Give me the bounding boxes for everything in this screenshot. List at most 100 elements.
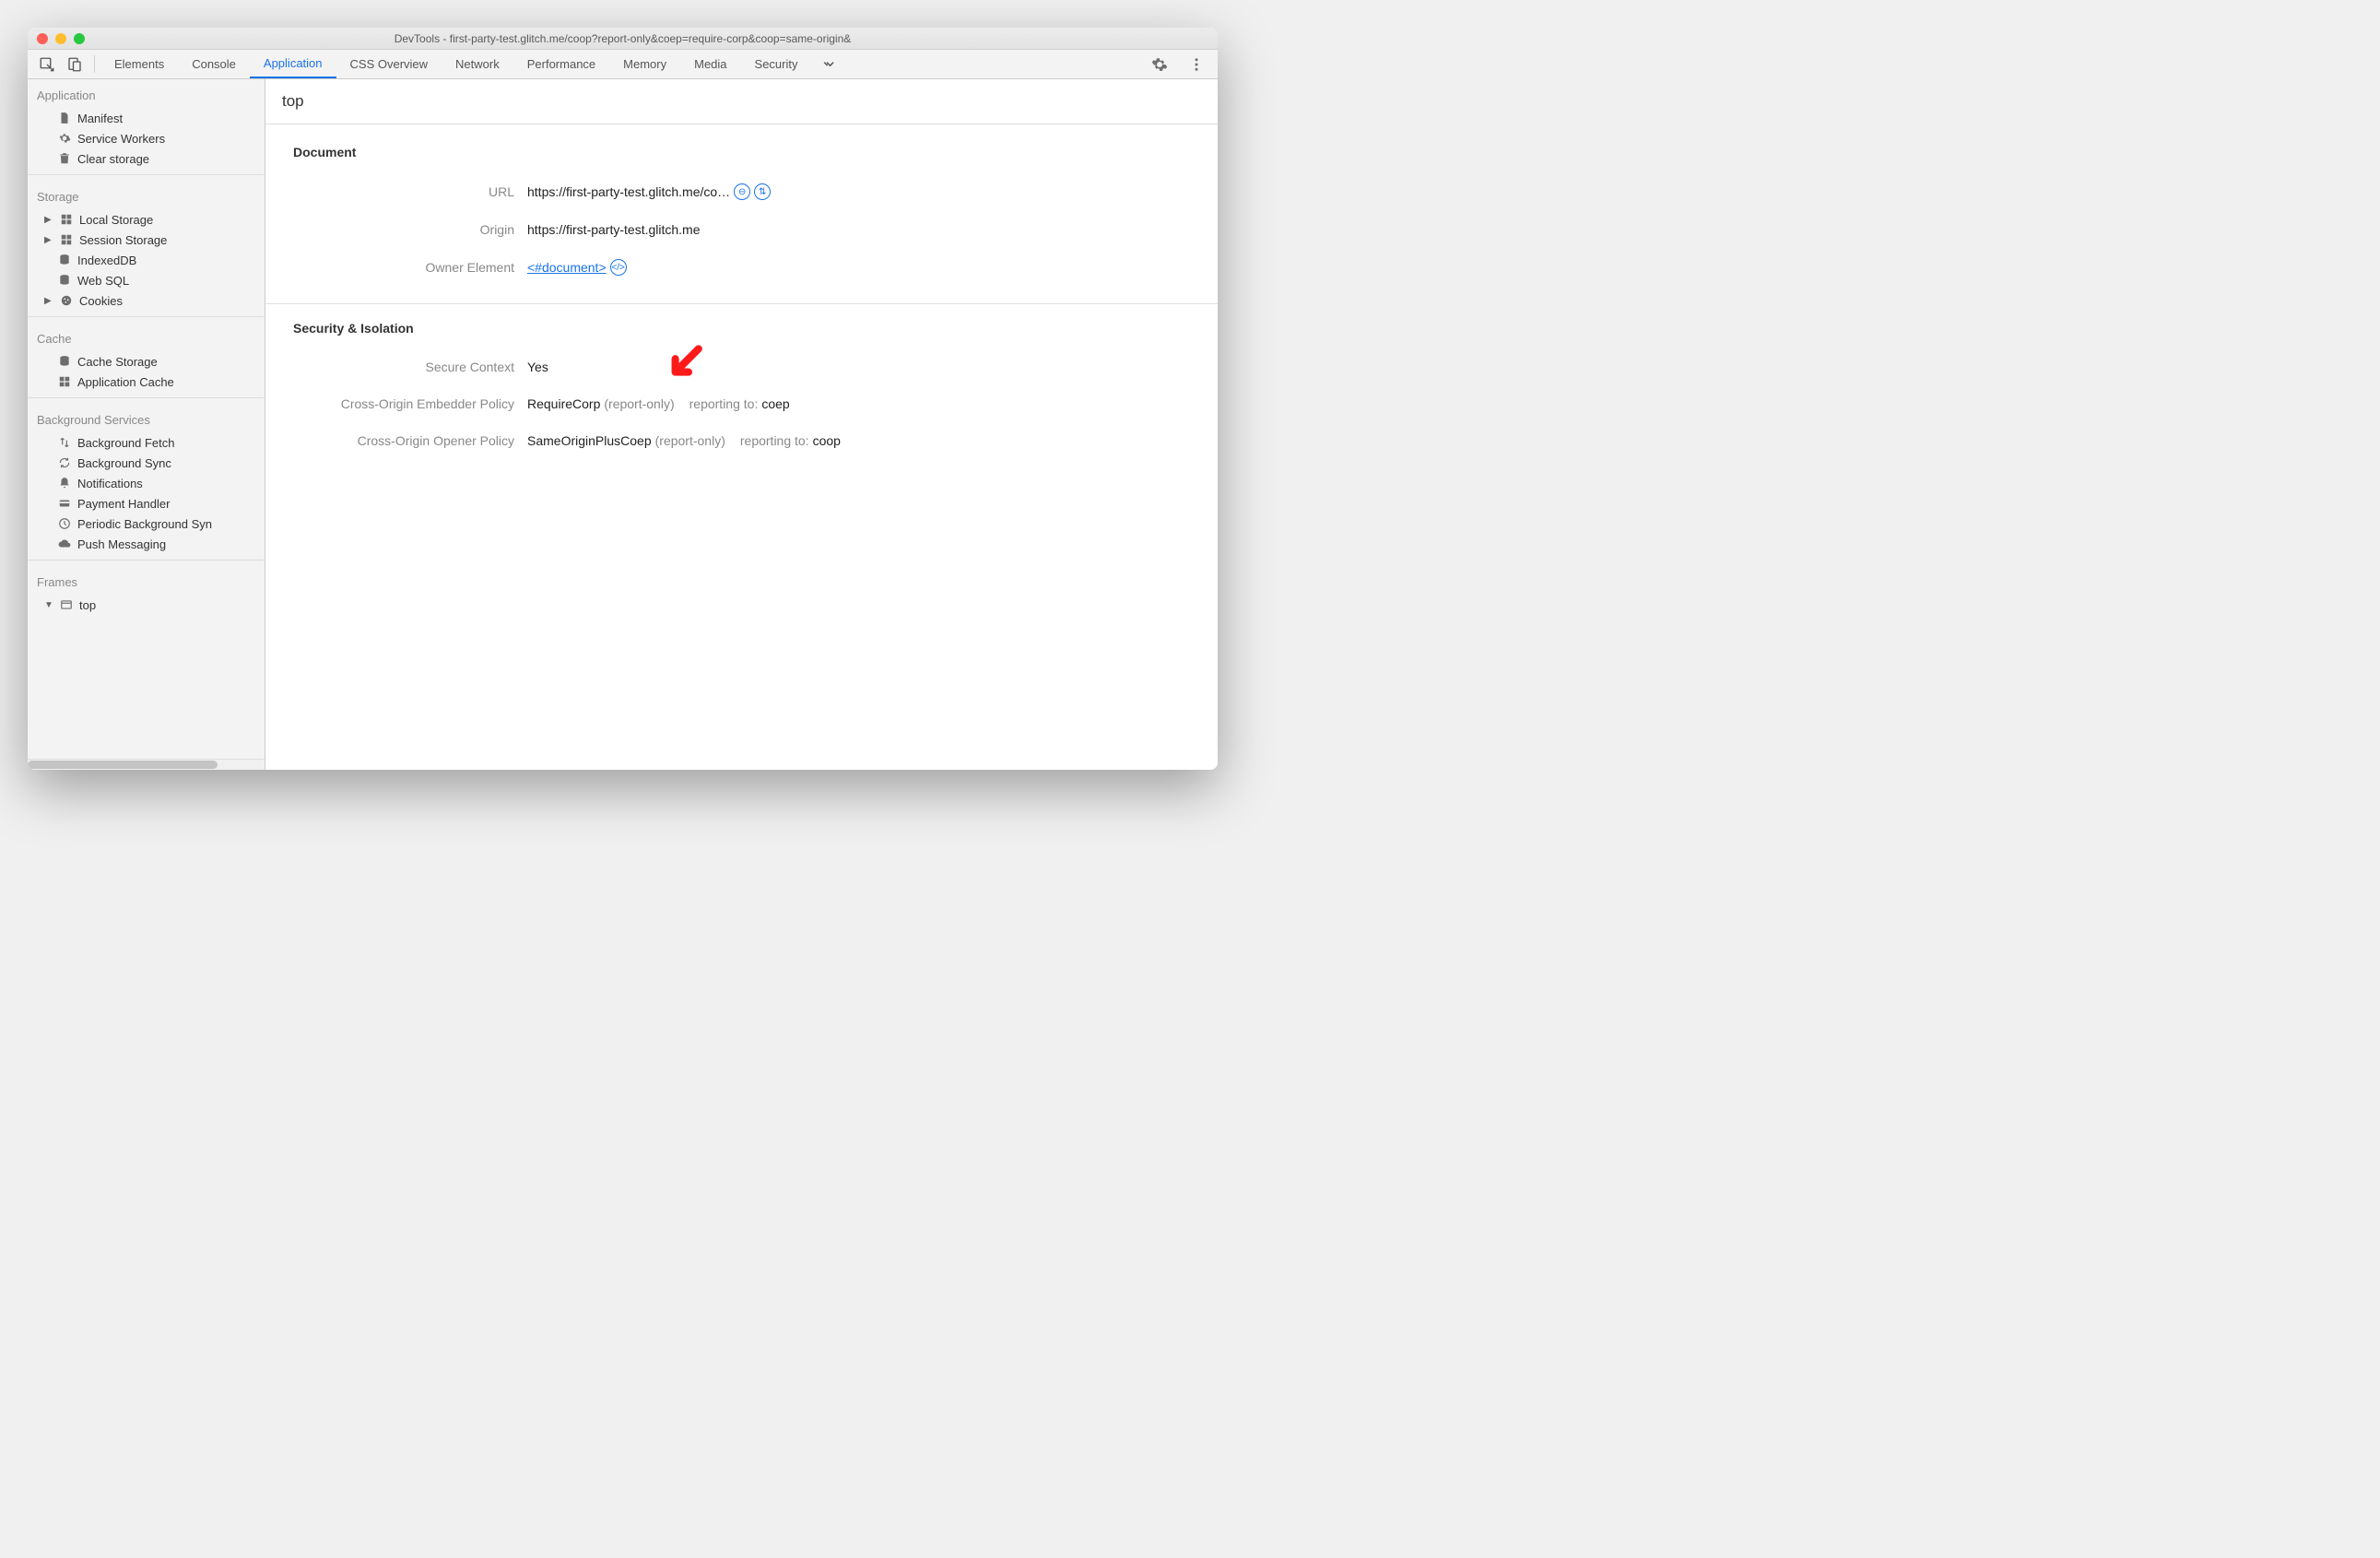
sidebar-item-label: IndexedDB <box>77 254 136 267</box>
annotation-arrow-icon <box>664 344 705 385</box>
label-owner: Owner Element <box>293 260 514 275</box>
tab-elements[interactable]: Elements <box>100 50 178 78</box>
minimize-window-button[interactable] <box>55 33 66 44</box>
window-icon <box>59 597 74 612</box>
tabs-bar: Elements Console Application CSS Overvie… <box>28 50 1218 79</box>
value-coep: RequireCorp <box>527 396 600 411</box>
db-icon <box>57 253 72 267</box>
owner-link[interactable]: <#document> <box>527 260 607 275</box>
db-icon <box>57 273 72 288</box>
tab-console[interactable]: Console <box>178 50 250 78</box>
updown-icon <box>57 435 72 450</box>
sidebar-item-indexeddb[interactable]: IndexedDB <box>28 250 265 270</box>
sidebar-item-session-storage[interactable]: ▶ Session Storage <box>28 230 265 250</box>
chevron-right-icon: ▶ <box>44 215 53 225</box>
tab-network[interactable]: Network <box>442 50 513 78</box>
sidebar-item-top-frame[interactable]: ▼ top <box>28 595 265 615</box>
sidebar-item-periodic-sync[interactable]: Periodic Background Syn <box>28 513 265 534</box>
clock-icon <box>57 516 72 531</box>
toolbar-right <box>1146 50 1218 78</box>
value-coop: SameOriginPlusCoep <box>527 433 652 448</box>
section-title-cache: Cache <box>28 323 265 351</box>
maximize-window-button[interactable] <box>74 33 85 44</box>
divider <box>28 174 265 175</box>
chevron-down-icon: ▼ <box>44 600 53 610</box>
sidebar-item-local-storage[interactable]: ▶ Local Storage <box>28 209 265 230</box>
db-icon <box>57 354 72 369</box>
chevron-right-icon: ▶ <box>44 235 53 245</box>
coop-note: (report-only) <box>655 433 725 448</box>
device-toggle-icon[interactable] <box>61 50 88 78</box>
section-title-application: Application <box>28 79 265 108</box>
sidebar-item-label: Local Storage <box>79 213 153 227</box>
label-url: URL <box>293 184 514 199</box>
sidebar-item-websql[interactable]: Web SQL <box>28 270 265 290</box>
sidebar-item-label: Clear storage <box>77 152 149 166</box>
sidebar-item-cache-storage[interactable]: Cache Storage <box>28 351 265 372</box>
bell-icon <box>57 476 72 490</box>
more-tabs-icon[interactable] <box>812 50 847 78</box>
sidebar-item-label: Web SQL <box>77 274 129 288</box>
sidebar-item-push-messaging[interactable]: Push Messaging <box>28 534 265 554</box>
card-icon <box>57 496 72 511</box>
sidebar-item-background-sync[interactable]: Background Sync <box>28 453 265 473</box>
sidebar-item-label: Notifications <box>77 477 143 490</box>
section-title-storage: Storage <box>28 181 265 209</box>
tab-security[interactable]: Security <box>741 50 812 78</box>
sidebar-item-payment-handler[interactable]: Payment Handler <box>28 493 265 513</box>
file-icon <box>57 111 72 125</box>
label-origin: Origin <box>293 222 514 237</box>
section-document-title: Document <box>293 145 1190 159</box>
cookie-icon <box>59 293 74 308</box>
sidebar-item-cookies[interactable]: ▶ Cookies <box>28 290 265 311</box>
value-secure: Yes <box>527 360 548 374</box>
sidebar-item-label: Payment Handler <box>77 497 170 511</box>
tab-memory[interactable]: Memory <box>609 50 680 78</box>
sidebar-item-label: Push Messaging <box>77 537 166 551</box>
coep-note: (report-only) <box>604 396 674 411</box>
tab-css-overview[interactable]: CSS Overview <box>336 50 442 78</box>
sidebar-item-service-workers[interactable]: Service Workers <box>28 128 265 148</box>
code-icon[interactable]: </> <box>610 259 627 276</box>
grid-icon <box>57 374 72 389</box>
sidebar-horizontal-scrollbar[interactable] <box>28 759 265 770</box>
trash-icon <box>57 151 72 166</box>
sidebar-item-clear-storage[interactable]: Clear storage <box>28 148 265 169</box>
sidebar-item-background-fetch[interactable]: Background Fetch <box>28 432 265 453</box>
section-security-title: Security & Isolation <box>293 321 1190 336</box>
panel-tabs: Elements Console Application CSS Overvie… <box>100 50 1146 78</box>
sidebar-item-notifications[interactable]: Notifications <box>28 473 265 493</box>
divider <box>28 397 265 398</box>
row-owner-element: Owner Element <#document> </> <box>293 248 1190 287</box>
sidebar-item-manifest[interactable]: Manifest <box>28 108 265 128</box>
sidebar-item-label: top <box>79 598 96 612</box>
coop-reporting-label: reporting to: <box>740 433 809 448</box>
tab-application[interactable]: Application <box>250 50 336 78</box>
coop-reporting-value: coop <box>813 433 841 448</box>
scrollbar-thumb[interactable] <box>28 761 218 769</box>
settings-icon[interactable] <box>1146 56 1173 73</box>
main-area: Application Manifest Service Workers Cle… <box>28 79 1218 770</box>
reveal-icon[interactable]: ⇅ <box>754 183 771 200</box>
chevron-right-icon: ▶ <box>44 296 53 306</box>
traffic-lights <box>37 33 85 44</box>
copy-icon[interactable]: ⊖ <box>734 183 750 200</box>
more-options-icon[interactable] <box>1183 56 1210 73</box>
coep-reporting-label: reporting to: <box>689 396 759 411</box>
row-secure-context: Secure Context Yes <box>293 348 1190 385</box>
grid-icon <box>59 232 74 247</box>
tab-performance[interactable]: Performance <box>513 50 609 78</box>
sidebar-item-application-cache[interactable]: Application Cache <box>28 372 265 392</box>
divider <box>94 55 95 73</box>
window-title: DevTools - first-party-test.glitch.me/co… <box>37 32 1208 45</box>
tab-media[interactable]: Media <box>680 50 740 78</box>
sidebar-item-label: Cache Storage <box>77 355 158 369</box>
coep-reporting-value: coep <box>761 396 789 411</box>
row-origin: Origin https://first-party-test.glitch.m… <box>293 211 1190 248</box>
close-window-button[interactable] <box>37 33 48 44</box>
value-origin: https://first-party-test.glitch.me <box>527 222 701 237</box>
inspect-element-icon[interactable] <box>33 50 61 78</box>
sidebar-item-label: Service Workers <box>77 132 165 146</box>
sidebar-item-label: Background Fetch <box>77 436 175 450</box>
sidebar-item-label: Session Storage <box>79 233 167 247</box>
